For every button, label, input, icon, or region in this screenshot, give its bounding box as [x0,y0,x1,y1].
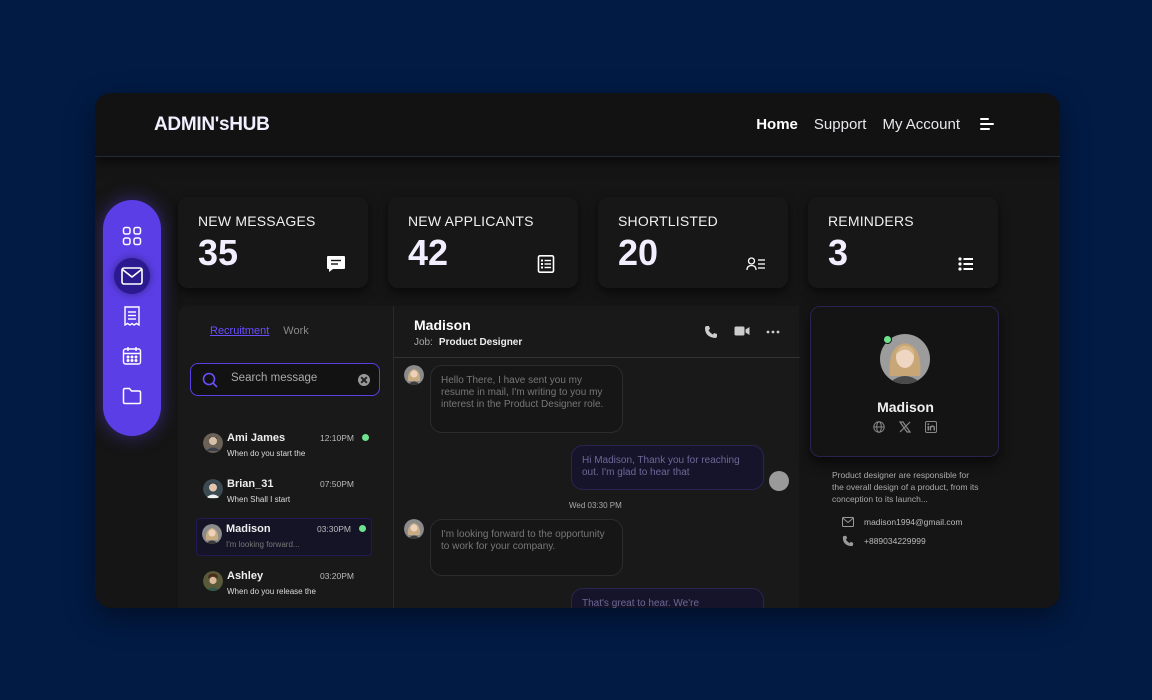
conversation-time: 12:10PM [319,433,354,443]
stat-card-applicants[interactable]: NEW APPLICANTS 42 [388,197,578,288]
list-icon [958,257,973,271]
tab-recruitment[interactable]: Recruitment [210,325,269,337]
message-received: Hello There, I have sent you my resume i… [430,365,623,433]
profile-description: Product designer are responsible for the… [832,470,979,504]
profile-name: Madison [877,399,934,415]
linkedin-icon[interactable] [925,421,937,433]
avatar [202,524,222,544]
stat-card-messages[interactable]: NEW MESSAGES 35 [178,197,368,288]
mail-icon[interactable] [114,258,150,294]
social-links [873,421,937,433]
chat-job: Job: Product Designer [414,337,522,348]
conversation-name: Ami James [227,432,286,444]
profile-phone-row: +889034229999 [842,535,926,547]
conversation-name: Madison [226,523,271,535]
top-bar: ADMIN'sHUB Home Support My Account [95,93,1060,157]
my-avatar [769,471,789,491]
message-sent: That's great to hear. We're [571,588,764,608]
stat-card-shortlisted[interactable]: SHORTLISTED 20 [598,197,788,288]
conversation-preview: When do you release the [227,587,316,596]
chat-actions [704,325,780,339]
stat-card-reminders[interactable]: REMINDERS 3 [808,197,998,288]
profile-card: Madison [810,306,999,457]
conversation-item[interactable]: Ashley 03:20PM When do you release the [198,566,374,604]
stat-value: 35 [198,232,239,273]
calendar-icon[interactable] [114,338,150,374]
main-nav: Home Support My Account [756,116,960,133]
brand-logo: ADMIN'sHUB [154,114,270,135]
x-twitter-icon[interactable] [899,421,911,433]
folder-icon[interactable] [114,378,150,414]
document-list-icon [537,255,555,273]
stat-value: 20 [618,232,659,273]
inbox-panel: Recruitment Work Ami James 12:10PM When … [178,306,393,608]
conversation-item[interactable]: Brian_31 07:50PM When Shall I start [198,474,374,512]
receipt-icon[interactable] [114,298,150,334]
clear-search-icon[interactable] [358,374,370,386]
inbox-tabs: Recruitment Work [210,325,309,337]
conversation-time: 03:30PM [316,524,351,534]
chat-panel: Madison Job: Product Designer Hello There… [393,306,800,608]
conversation-name: Ashley [227,570,264,582]
nav-home[interactable]: Home [756,116,798,133]
stat-label: SHORTLISTED [618,213,718,229]
job-label: Job: [414,337,433,348]
conversation-preview: I'm looking forward... [226,540,300,549]
profile-phone[interactable]: +889034229999 [864,536,926,546]
avatar [203,479,223,499]
profile-email[interactable]: madison1994@gmail.com [864,517,962,527]
menu-icon[interactable] [980,118,994,130]
conversation-item-selected[interactable]: Madison 03:30PM I'm looking forward... [196,518,372,556]
app-window: ADMIN'sHUB Home Support My Account NEW M… [95,93,1060,608]
mail-icon [842,517,854,527]
conversation-name: Brian_31 [227,478,274,490]
conversation-time: 07:50PM [319,479,354,489]
nav-support[interactable]: Support [814,116,867,133]
dashboard-grid-icon[interactable] [114,218,150,254]
stat-label: NEW APPLICANTS [408,213,534,229]
search-icon [202,372,218,388]
conversation-preview: When Shall I start [227,495,291,504]
stat-label: NEW MESSAGES [198,213,316,229]
conversation-item[interactable]: Ami James 12:10PM When do you start the [198,428,374,466]
stat-value: 3 [828,232,849,273]
search-input[interactable] [231,372,351,384]
message-timestamp: Wed 03:30 PM [569,501,622,510]
nav-account[interactable]: My Account [882,116,960,133]
profile-email-row: madison1994@gmail.com [842,517,962,527]
user-list-icon [746,257,765,271]
job-title: Product Designer [438,337,523,348]
conversation-preview: When do you start the [227,449,306,458]
stat-label: REMINDERS [828,213,914,229]
phone-icon[interactable] [704,325,718,339]
tab-work[interactable]: Work [283,325,308,337]
chat-header: Madison Job: Product Designer [394,306,800,358]
unread-dot [362,434,369,441]
chat-contact-name: Madison [414,317,471,333]
unread-dot [359,525,366,532]
conversation-time: 03:20PM [319,571,354,581]
chat-icon [327,256,345,272]
message-sent: Hi Madison, Thank you for reaching out. … [571,445,764,490]
online-status-dot [883,335,892,344]
message-avatar [404,519,424,539]
stat-value: 42 [408,232,449,273]
avatar [203,571,223,591]
sidebar [103,200,161,436]
search-box [190,363,380,396]
video-call-icon[interactable] [734,325,750,337]
more-options-icon[interactable] [766,325,780,339]
phone-icon [842,535,854,547]
globe-icon[interactable] [873,421,885,433]
message-received: I'm looking forward to the opportunity t… [430,519,623,576]
message-avatar [404,365,424,385]
profile-panel: Madison Product designer are responsible… [810,306,999,608]
avatar [203,433,223,453]
